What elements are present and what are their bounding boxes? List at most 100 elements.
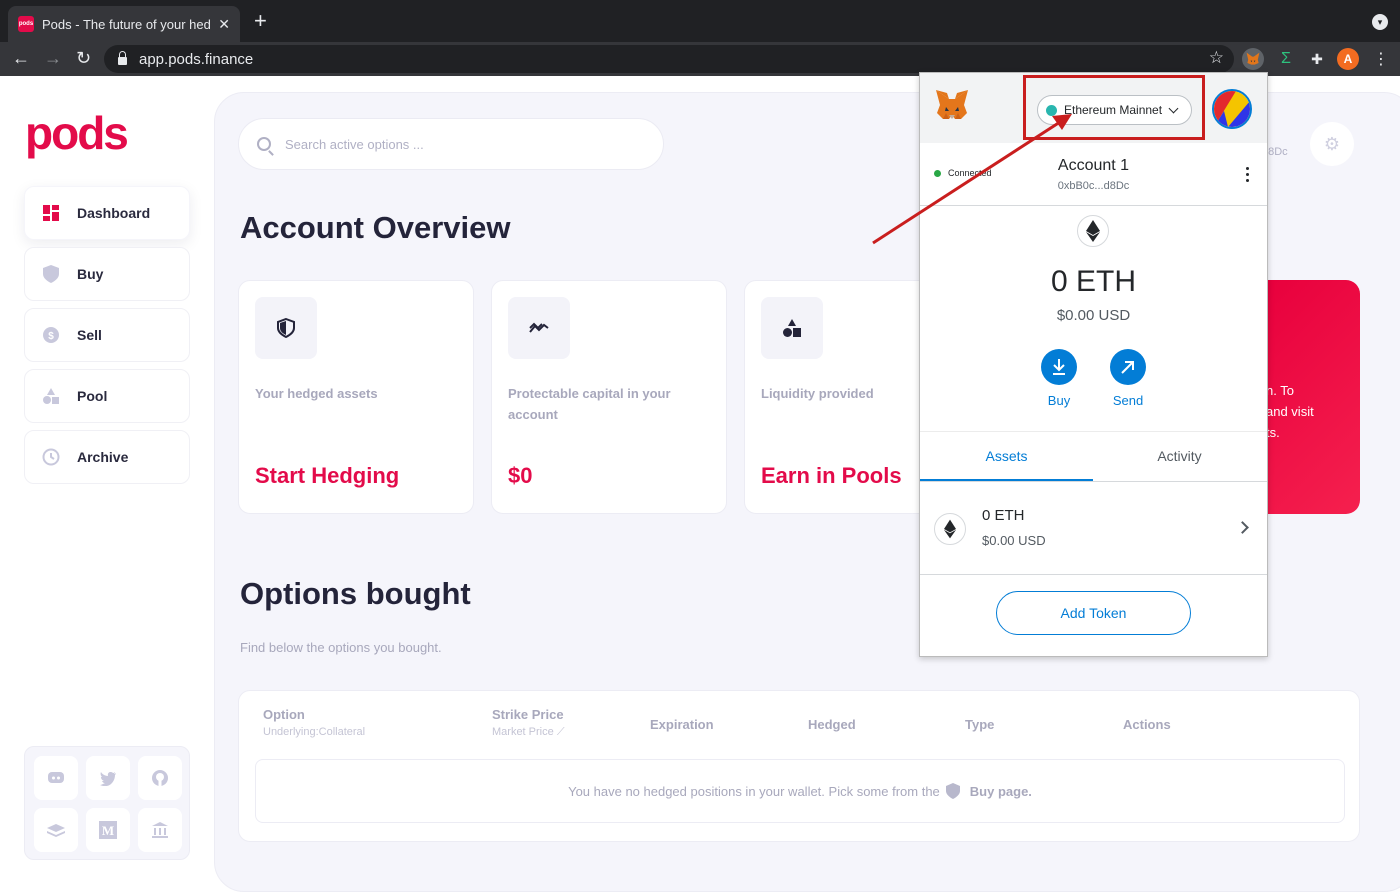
new-tab-icon[interactable]: + xyxy=(254,10,267,32)
more-menu-icon[interactable]: ⋮ xyxy=(1370,48,1392,70)
account-address[interactable]: 0xbB0c...d8Dc xyxy=(920,180,1267,192)
close-icon[interactable]: ✕ xyxy=(218,16,230,33)
column-label: Strike Price xyxy=(492,707,564,722)
column-header: Actions xyxy=(1123,717,1171,732)
search-input[interactable]: Search active options ... xyxy=(238,118,664,170)
bookmark-star-icon[interactable]: ☆ xyxy=(1209,48,1224,68)
sidebar-item-buy[interactable]: Buy xyxy=(24,247,190,301)
divider xyxy=(920,431,1267,432)
pods-logo[interactable]: pods xyxy=(25,106,129,160)
buy-label: Buy xyxy=(1047,393,1071,408)
url-text: app.pods.finance xyxy=(139,50,254,68)
column-sublabel: Underlying:Collateral xyxy=(263,726,366,738)
social-links: M xyxy=(24,746,190,860)
connection-status[interactable]: Connected xyxy=(934,168,992,178)
pods-favicon-icon: pods xyxy=(18,16,34,32)
hedged-assets-card: Your hedged assets Start Hedging xyxy=(238,280,474,514)
trend-icon: ⟋ xyxy=(556,726,565,738)
metamask-extension-icon[interactable] xyxy=(1242,48,1264,70)
column-header[interactable]: Strike Price Market Price ⟋ xyxy=(492,707,565,739)
options-subtitle: Find below the options you bought. xyxy=(240,640,442,655)
eth-balance: 0 ETH xyxy=(1050,265,1137,298)
promo-text: n. To xyxy=(1266,383,1294,398)
tab-activity[interactable]: Activity xyxy=(1093,433,1266,481)
sidebar-item-sell[interactable]: $ Sell xyxy=(24,308,190,362)
shield-icon xyxy=(945,783,960,799)
empty-text: You have no hedged positions in your wal… xyxy=(568,783,940,799)
sidebar-item-label: Dashboard xyxy=(77,205,151,221)
metamask-fox-icon xyxy=(934,89,970,128)
medium-icon[interactable]: M xyxy=(86,808,130,852)
send-label: Send xyxy=(1112,393,1144,408)
shapes-icon xyxy=(42,387,60,405)
discord-icon[interactable] xyxy=(34,756,78,800)
capital-value: $0 xyxy=(508,463,533,488)
options-table: Option Underlying:Collateral Strike Pric… xyxy=(238,690,1360,842)
protectable-capital-card: Protectable capital in your account $0 xyxy=(491,280,727,514)
promo-card: n. To and visit ts. xyxy=(1266,280,1360,514)
history-icon xyxy=(42,448,60,466)
empty-state: You have no hedged positions in your wal… xyxy=(255,759,1345,823)
usd-balance: $0.00 USD xyxy=(1056,307,1131,324)
card-label: Protectable capital in your account xyxy=(508,386,671,422)
chevron-right-icon xyxy=(1236,521,1249,534)
sidebar-nav: Dashboard Buy $ Sell Pool Archive xyxy=(24,186,190,491)
forward-icon[interactable]: → xyxy=(44,48,62,68)
sidebar-item-dashboard[interactable]: Dashboard xyxy=(24,186,190,240)
sidebar-item-pool[interactable]: Pool xyxy=(24,369,190,423)
tab-assets[interactable]: Assets xyxy=(920,433,1093,481)
lock-icon[interactable] xyxy=(118,51,127,65)
tab-title: Pods - The future of your hedg xyxy=(42,16,211,32)
sidebar-item-label: Archive xyxy=(77,449,129,465)
back-icon[interactable]: ← xyxy=(12,48,30,68)
sidebar-item-label: Buy xyxy=(77,266,104,282)
shapes-icon xyxy=(761,297,823,359)
trend-icon xyxy=(508,297,570,359)
send-button[interactable]: Send xyxy=(1103,349,1153,408)
add-token-button[interactable]: Add Token xyxy=(996,591,1191,635)
promo-text: ts. xyxy=(1266,425,1280,440)
gear-icon[interactable]: ⚙ xyxy=(1310,122,1354,166)
shield-icon xyxy=(255,297,317,359)
connection-label: Connected xyxy=(948,168,992,178)
download-icon xyxy=(1041,349,1077,385)
buy-page-link[interactable]: Buy page. xyxy=(970,784,1032,799)
search-icon xyxy=(257,137,271,151)
network-highlight-box xyxy=(1023,75,1205,140)
column-header: Option Underlying:Collateral xyxy=(263,707,365,738)
tab-search-icon[interactable]: ▾ xyxy=(1372,14,1388,30)
start-hedging-link[interactable]: Start Hedging xyxy=(255,463,399,489)
ethereum-icon xyxy=(1077,215,1109,247)
svg-text:$: $ xyxy=(48,331,54,342)
extensions-puzzle-icon[interactable]: ✚ xyxy=(1306,48,1328,70)
browser-tab[interactable]: pods Pods - The future of your hedg ✕ xyxy=(8,6,240,42)
twitter-icon[interactable] xyxy=(86,756,130,800)
address-bar[interactable]: app.pods.finance ☆ xyxy=(104,45,1234,73)
column-label: Option xyxy=(263,707,305,722)
asset-usd: $0.00 USD xyxy=(982,533,1046,548)
account-identicon[interactable] xyxy=(1212,89,1252,129)
profile-avatar[interactable]: A xyxy=(1337,48,1359,70)
connected-dot xyxy=(934,169,941,177)
page-title: Account Overview xyxy=(240,210,511,245)
metamask-popup: Ethereum Mainnet Account 1 0xbB0c...d8Dc… xyxy=(919,72,1268,657)
bank-icon[interactable] xyxy=(138,808,182,852)
card-label: Your hedged assets xyxy=(255,386,378,401)
sigma-extension-icon[interactable]: Σ xyxy=(1275,48,1297,70)
send-arrow-icon xyxy=(1110,349,1146,385)
divider xyxy=(920,205,1267,206)
sidebar-item-archive[interactable]: Archive xyxy=(24,430,190,484)
promo-text: and visit xyxy=(1266,404,1314,419)
github-icon[interactable] xyxy=(138,756,182,800)
asset-balance: 0 ETH xyxy=(982,507,1025,524)
search-placeholder: Search active options ... xyxy=(285,136,424,152)
coin-icon: $ xyxy=(42,326,60,344)
buy-button[interactable]: Buy xyxy=(1034,349,1084,408)
account-options-icon[interactable] xyxy=(1246,167,1250,185)
earn-in-pools-link[interactable]: Earn in Pools xyxy=(761,463,902,489)
asset-row-eth[interactable]: 0 ETH $0.00 USD xyxy=(920,483,1267,575)
docs-icon[interactable] xyxy=(34,808,78,852)
column-header: Type xyxy=(965,717,995,732)
reload-icon[interactable]: ↻ xyxy=(76,48,91,68)
divider xyxy=(920,481,1267,482)
